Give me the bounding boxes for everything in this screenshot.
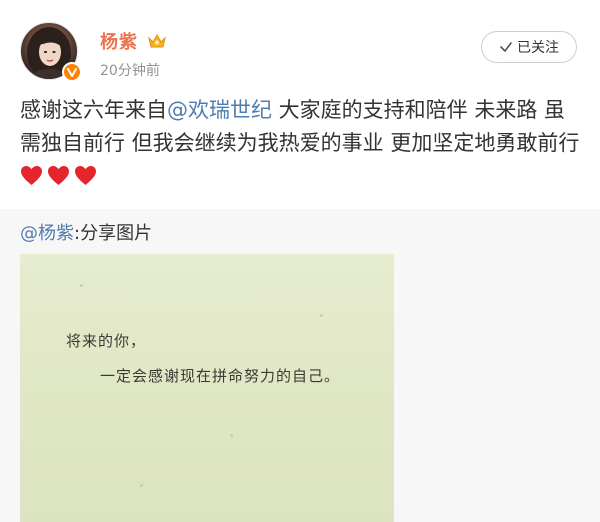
mention-link[interactable]: @欢瑞世纪 (167, 98, 272, 122)
follow-button-label: 已关注 (517, 40, 559, 56)
heart-icon (21, 165, 42, 186)
shared-author-mention[interactable]: @杨紫 (20, 223, 74, 244)
follow-button[interactable]: 已关注 (481, 31, 577, 63)
verified-icon (62, 62, 82, 82)
check-icon (500, 42, 512, 52)
post-time[interactable]: 20分钟前 (100, 60, 160, 80)
shared-post: @杨紫:分享图片 将来的你， 一定会感谢现在拼命努力的自己。 (0, 209, 600, 522)
post-text: 感谢这六年来自@欢瑞世纪 大家庭的支持和陪伴 未来路 虽需独自前行 但我会继续为… (20, 94, 585, 193)
crown-icon[interactable] (147, 32, 167, 50)
image-speck (230, 434, 233, 437)
image-text-line2: 一定会感谢现在拼命努力的自己。 (100, 367, 341, 385)
avatar-container[interactable] (20, 22, 82, 82)
weibo-post: 杨紫 20分钟前 已关注 感谢这六年来自@欢瑞世纪 大家庭的支持和陪伴 未来路 … (0, 0, 600, 522)
shared-post-suffix: :分享图片 (74, 223, 153, 244)
image-speck (320, 314, 323, 317)
image-speck (80, 284, 83, 287)
heart-icon (48, 165, 69, 186)
shared-image[interactable]: 将来的你， 一定会感谢现在拼命努力的自己。 (20, 254, 394, 522)
heart-icon (75, 165, 96, 186)
username[interactable]: 杨紫 (100, 28, 138, 54)
shared-post-header: @杨紫:分享图片 (20, 219, 152, 245)
image-text-line1: 将来的你， (66, 332, 147, 350)
post-text-part1: 感谢这六年来自 (20, 98, 167, 122)
image-speck (140, 484, 143, 487)
